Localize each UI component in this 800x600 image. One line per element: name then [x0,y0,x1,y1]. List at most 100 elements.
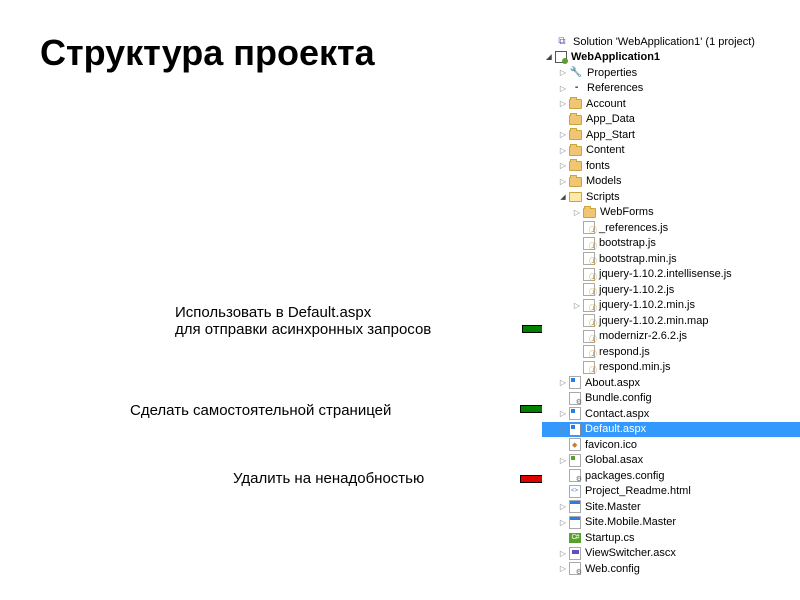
tree-file-js[interactable]: _references.js [542,220,800,236]
tree-file-js[interactable]: bootstrap.min.js [542,251,800,267]
node-label: respond.min.js [599,361,671,373]
node-label: Startup.cs [585,532,635,544]
tree-properties[interactable]: Properties [542,65,800,81]
aspx-file-icon [569,407,581,420]
annotation-line: Использовать в Default.aspx [175,304,525,321]
node-label: bootstrap.js [599,237,656,249]
node-label: Account [586,98,626,110]
expander-icon[interactable] [558,68,568,78]
tree-file-config[interactable]: Bundle.config [542,391,800,407]
html-file-icon [569,485,581,498]
tree-file-webconfig[interactable]: Web.config [542,561,800,577]
expander-icon[interactable] [558,145,568,155]
config-file-icon [569,469,581,482]
tree-file-startup-cs[interactable]: Startup.cs [542,530,800,546]
node-label: _references.js [599,222,668,234]
tree-file-js[interactable]: respond.js [542,344,800,360]
solution-explorer-tree: Solution 'WebApplication1' (1 project) W… [542,34,800,577]
solution-icon [555,35,569,49]
expander-icon[interactable] [558,192,568,202]
expander-icon[interactable] [558,378,568,388]
node-label: jquery-1.10.2.intellisense.js [599,268,732,280]
tree-file-favicon[interactable]: favicon.ico [542,437,800,453]
expander-icon[interactable] [558,517,568,527]
js-file-icon [583,283,595,296]
expander-icon[interactable] [572,300,582,310]
node-label: Project_Readme.html [585,485,691,497]
master-file-icon [569,500,581,513]
tree-file-viewswitcher[interactable]: ViewSwitcher.ascx [542,546,800,562]
expander-icon[interactable] [558,564,568,574]
ico-file-icon [569,438,581,451]
node-label: Global.asax [585,454,643,466]
expander-icon[interactable] [558,161,568,171]
tree-project[interactable]: WebApplication1 [542,50,800,66]
node-label: packages.config [585,470,665,482]
annotation-make-page: Сделать самостоятельной страницей [130,402,520,419]
js-file-icon [583,361,595,374]
node-label: Site.Mobile.Master [585,516,676,528]
expander-icon[interactable] [558,99,568,109]
tree-folder-models[interactable]: Models [542,174,800,190]
node-label: favicon.ico [585,439,637,451]
folder-icon [569,99,582,109]
tree-folder-fonts[interactable]: fonts [542,158,800,174]
expander-icon[interactable] [558,83,568,93]
config-file-icon [569,392,581,405]
annotation-use-default: Использовать в Default.aspx для отправки… [175,304,525,338]
expander-icon[interactable] [558,424,568,434]
js-file-icon [583,330,595,343]
tree-references[interactable]: References [542,81,800,97]
expander-icon[interactable] [558,176,568,186]
tree-file-js[interactable]: bootstrap.js [542,236,800,252]
aspx-file-icon [569,423,581,436]
annotation-line: для отправки асинхронных запросов [175,321,525,338]
asax-file-icon [569,454,581,467]
tree-folder-appdata[interactable]: App_Data [542,112,800,128]
tree-file-aspx[interactable]: About.aspx [542,375,800,391]
node-label: Web.config [585,563,640,575]
expander-icon[interactable] [558,455,568,465]
tree-file-js[interactable]: jquery-1.10.2.min.js [542,298,800,314]
node-label: jquery-1.10.2.min.map [599,315,708,327]
expander-icon[interactable] [572,207,582,217]
tree-file-aspx[interactable]: Contact.aspx [542,406,800,422]
tree-file-global-asax[interactable]: Global.asax [542,453,800,469]
tree-folder-scripts[interactable]: Scripts [542,189,800,205]
tree-folder-account[interactable]: Account [542,96,800,112]
tree-file-sitemobile[interactable]: Site.Mobile.Master [542,515,800,531]
expander-icon[interactable] [558,130,568,140]
expander-icon[interactable] [544,52,554,62]
js-file-icon [583,252,595,265]
tree-file-js[interactable]: modernizr-2.6.2.js [542,329,800,345]
node-label: References [587,82,643,94]
tree-folder-webforms[interactable]: WebForms [542,205,800,221]
expander-icon[interactable] [558,409,568,419]
tree-file-readme[interactable]: Project_Readme.html [542,484,800,500]
js-file-icon [583,314,595,327]
js-file-icon [583,345,595,358]
folder-icon [569,130,582,140]
tree-file-js[interactable]: jquery-1.10.2.min.map [542,313,800,329]
folder-icon [569,161,582,171]
tree-solution[interactable]: Solution 'WebApplication1' (1 project) [542,34,800,50]
tree-file-js[interactable]: respond.min.js [542,360,800,376]
master-file-icon [569,516,581,529]
tree-file-js[interactable]: jquery-1.10.2.intellisense.js [542,267,800,283]
expander-icon[interactable] [558,548,568,558]
tree-file-sitemaster[interactable]: Site.Master [542,499,800,515]
tree-folder-appstart[interactable]: App_Start [542,127,800,143]
tree-file-default-aspx[interactable]: Default.aspx [542,422,800,438]
expander-icon[interactable] [558,502,568,512]
folder-icon [569,177,582,187]
folder-icon [583,208,596,218]
tree-file-js[interactable]: jquery-1.10.2.js [542,282,800,298]
tree-folder-content[interactable]: Content [542,143,800,159]
node-label: ViewSwitcher.ascx [585,547,676,559]
node-label: App_Start [586,129,635,141]
node-label: jquery-1.10.2.min.js [599,299,695,311]
tree-file-packages[interactable]: packages.config [542,468,800,484]
references-icon [569,81,583,95]
node-label: WebForms [600,206,654,218]
node-label: Site.Master [585,501,641,513]
